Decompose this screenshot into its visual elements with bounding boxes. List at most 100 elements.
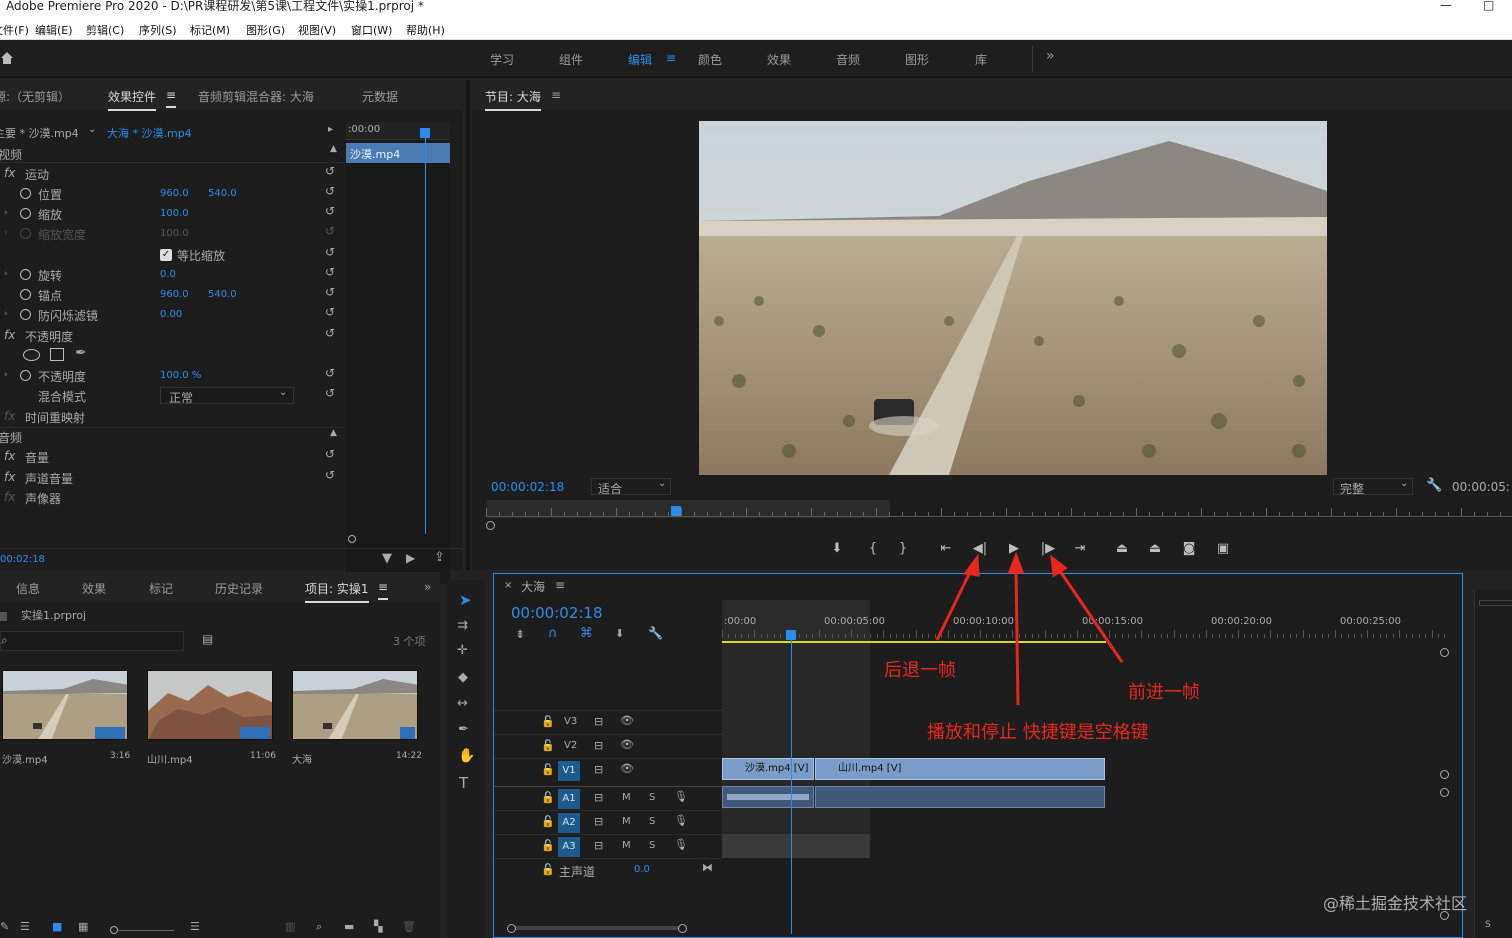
go-to-edges-icon[interactable]: ⧓ xyxy=(702,861,713,874)
selection-tool-icon[interactable]: ➤ xyxy=(459,591,472,609)
program-video-frame[interactable] xyxy=(699,121,1327,475)
nest-icon[interactable]: ⇟ xyxy=(515,627,525,641)
playback-resolution-select[interactable]: 完整 ⌄ xyxy=(1333,478,1413,496)
track-name[interactable]: A1 xyxy=(558,789,580,809)
video-clip[interactable]: 沙漠.mp4 [V] xyxy=(722,758,814,780)
reset-icon[interactable]: ↺ xyxy=(325,468,335,482)
sync-lock-icon[interactable]: ⊟ xyxy=(594,739,603,752)
icon-view-icon[interactable]: ■ xyxy=(52,920,62,933)
opacity-value[interactable]: 100.0 % xyxy=(160,370,201,381)
tab-project[interactable]: 项目: 实操1 xyxy=(305,580,369,603)
tab-menu-icon[interactable]: ≡ xyxy=(378,580,389,600)
export-frame-icon[interactable]: ◙ xyxy=(1180,541,1198,556)
lock-icon[interactable]: 🔓 xyxy=(541,715,555,728)
blend-mode-select[interactable]: 正常 ⌄ xyxy=(160,387,294,405)
menu-marker[interactable]: 标记(M) xyxy=(190,22,230,38)
rectangle-mask-icon[interactable] xyxy=(50,348,64,361)
new-item-icon[interactable]: ▚ xyxy=(374,920,382,933)
reset-icon[interactable]: ↺ xyxy=(325,285,335,299)
razor-tool-icon[interactable]: ◆ xyxy=(458,670,468,685)
tab-markers[interactable]: 标记 xyxy=(149,580,173,597)
workspace-editing[interactable]: 编辑 xyxy=(628,51,652,68)
type-tool-icon[interactable]: T xyxy=(459,774,468,792)
reset-icon[interactable]: ↺ xyxy=(325,366,335,380)
sync-lock-icon[interactable]: ⊟ xyxy=(594,839,603,852)
anti-flicker-value[interactable]: 0.00 xyxy=(160,309,182,320)
close-icon[interactable]: × xyxy=(504,580,512,591)
vertical-zoom-handle[interactable] xyxy=(1440,648,1449,657)
position-y-value[interactable]: 540.0 xyxy=(208,188,237,199)
slip-tool-icon[interactable]: ↔ xyxy=(457,696,468,711)
reset-icon[interactable]: ↺ xyxy=(325,204,335,218)
fx-icon[interactable]: fx xyxy=(4,449,15,463)
collapse-up-icon[interactable]: ▲ xyxy=(330,428,337,438)
workspace-color[interactable]: 颜色 xyxy=(698,51,722,68)
mute-button[interactable]: M xyxy=(622,792,631,803)
sync-lock-icon[interactable]: ⊟ xyxy=(594,763,603,776)
reset-icon[interactable]: ↺ xyxy=(325,326,335,340)
horizontal-zoom-handle[interactable] xyxy=(678,924,687,933)
tab-menu-icon[interactable]: ≡ xyxy=(166,88,177,108)
eye-icon[interactable]: 👁 xyxy=(620,738,634,751)
stopwatch-icon[interactable] xyxy=(20,370,31,381)
mini-clip-bar[interactable]: 沙漠.mp4 xyxy=(346,143,450,163)
pen-mask-icon[interactable]: ✒ xyxy=(75,345,87,361)
track-select-tool-icon[interactable]: ⇉ xyxy=(457,618,468,633)
workspace-learn[interactable]: 学习 xyxy=(490,51,514,68)
anchor-x-value[interactable]: 960.0 xyxy=(160,289,189,300)
reset-icon[interactable]: ↺ xyxy=(325,386,335,400)
menu-window[interactable]: 窗口(W) xyxy=(351,22,392,38)
sequence-clip-label[interactable]: 大海 * 沙漠.mp4 xyxy=(107,125,192,141)
current-time-readout[interactable]: 00:02:18 xyxy=(0,554,45,565)
menu-help[interactable]: 帮助(H) xyxy=(406,22,445,38)
track-name[interactable]: V3 xyxy=(564,716,577,727)
mute-button[interactable]: M xyxy=(622,816,631,827)
lock-icon[interactable]: 🔓 xyxy=(541,791,555,804)
expand-chevron-icon[interactable]: › xyxy=(4,208,8,218)
zoom-slider-handle[interactable] xyxy=(110,926,118,934)
step-back-button[interactable]: ◀| xyxy=(971,541,989,556)
menu-clip[interactable]: 剪辑(C) xyxy=(86,22,124,38)
add-marker-icon[interactable]: ⬇ xyxy=(615,627,624,640)
find-icon[interactable]: ⌕ xyxy=(316,920,322,934)
fx-icon[interactable]: fx xyxy=(4,470,15,484)
master-volume-value[interactable]: 0.0 xyxy=(634,864,650,875)
stopwatch-icon[interactable] xyxy=(20,208,31,219)
more-workspaces-button[interactable]: » xyxy=(1046,48,1055,64)
pen-tool-icon[interactable]: ✒ xyxy=(458,722,469,737)
sync-lock-icon[interactable]: ⊟ xyxy=(594,715,603,728)
workspace-graphics[interactable]: 图形 xyxy=(905,51,929,68)
step-forward-button[interactable]: |▶ xyxy=(1039,541,1057,556)
workspace-effects[interactable]: 效果 xyxy=(767,51,791,68)
horizontal-scrollbar[interactable] xyxy=(508,926,684,930)
wrench-icon[interactable]: 🔧 xyxy=(1426,478,1442,493)
more-tabs-icon[interactable]: » xyxy=(424,580,431,594)
expand-chevron-icon[interactable]: › xyxy=(4,370,8,380)
menu-view[interactable]: 视图(V) xyxy=(298,22,336,38)
stopwatch-icon[interactable] xyxy=(20,188,31,199)
reset-icon[interactable]: ↺ xyxy=(325,164,335,178)
vertical-zoom-handle[interactable] xyxy=(1440,770,1449,779)
timeline-sequence-title[interactable]: 大海 xyxy=(521,578,545,595)
sync-lock-icon[interactable]: ⊟ xyxy=(594,815,603,828)
track-name[interactable]: V1 xyxy=(558,761,580,781)
solo-button[interactable]: S xyxy=(649,792,655,803)
linked-selection-icon[interactable]: ⌘ xyxy=(580,626,593,641)
play-stop-button[interactable]: ▶ xyxy=(1005,541,1023,556)
lock-icon[interactable]: 🔓 xyxy=(541,739,555,752)
project-search-input[interactable]: ⌕ xyxy=(0,631,184,651)
mute-button[interactable]: M xyxy=(622,840,631,851)
timeline-ruler[interactable]: :00:00 00:00:05:00 00:00:10:00 00:00:15:… xyxy=(722,600,1445,644)
tab-effects[interactable]: 效果 xyxy=(82,580,106,597)
solo-button[interactable]: S xyxy=(649,840,655,851)
timeline-timecode[interactable]: 00:00:02:18 xyxy=(511,604,603,622)
list-view-icon[interactable]: ☰ xyxy=(20,920,30,933)
lock-icon[interactable]: 🔓 xyxy=(541,839,555,852)
eye-icon[interactable]: 👁 xyxy=(620,714,634,727)
solo-button[interactable]: S xyxy=(1485,920,1491,930)
uniform-scale-checkbox[interactable]: ✓ xyxy=(160,249,172,261)
lift-icon[interactable]: ⏏ xyxy=(1113,541,1131,556)
microphone-icon[interactable]: 🎙 xyxy=(674,790,688,803)
workspace-audio[interactable]: 音频 xyxy=(836,51,860,68)
workspace-assembly[interactable]: 组件 xyxy=(559,51,583,68)
